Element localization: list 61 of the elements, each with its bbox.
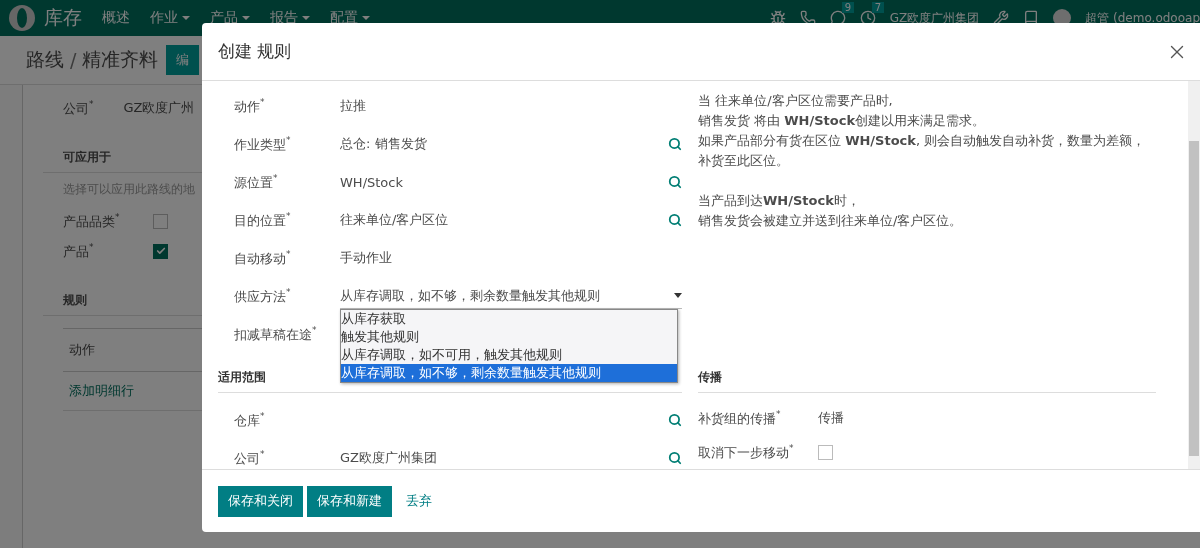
edit-button[interactable]: 编 [166, 45, 200, 75]
check-icon [155, 246, 166, 256]
dialog-title: 创建 规则 [218, 40, 292, 63]
field-label: 仓库$^{*}$ [234, 410, 266, 430]
checkbox[interactable] [153, 243, 168, 259]
discard-button[interactable]: 丢弃 [396, 485, 442, 517]
field-label: 补货组的传播$^{*}$ [698, 408, 782, 428]
wrench-icon[interactable] [993, 10, 1010, 26]
search-icon[interactable] [668, 137, 682, 151]
help-text: 销售发货 将由 WH/Stock创建以用来满足需求。 [698, 112, 987, 130]
select-field[interactable]: 从库存调取，如不够，剩余数量触发其他规则 [340, 283, 682, 309]
menu-item[interactable]: 作业 [150, 9, 190, 27]
dropdown-option[interactable]: 从库存调取，如不够，剩余数量触发其他规则 [341, 364, 677, 382]
field-label: 源位置$^{*}$ [234, 172, 279, 192]
breadcrumb-link[interactable]: 路线 [26, 47, 64, 73]
section-title: 传播 [698, 365, 1156, 393]
help-text: 销售发货会被建立并送到往来单位/客户区位。 [698, 212, 964, 230]
clock-icon[interactable] [859, 10, 876, 26]
field-value: 传播 [818, 409, 845, 427]
field-label: 产品品类$^{*}$ [63, 213, 120, 229]
dropdown-option[interactable]: 从库存调取，如不可用，触发其他规则 [341, 346, 677, 364]
book-icon[interactable] [1023, 10, 1040, 26]
field-label: 动作$^{*}$ [234, 96, 266, 116]
checkbox[interactable] [818, 444, 833, 460]
company-switcher[interactable]: GZ欧度广州集团 [889, 9, 980, 27]
save-button[interactable]: 保存和新建 [307, 485, 392, 517]
caret-icon [182, 16, 190, 20]
field-label: 供应方法$^{*}$ [234, 286, 292, 306]
field-label: 自动移动$^{*}$ [234, 248, 292, 268]
help-text: 当产品到达WH/Stock时， [698, 192, 861, 210]
field-label: 公司$^{*}$ [234, 448, 266, 468]
checkbox[interactable] [153, 213, 168, 229]
field-label: 公司$^{*}$ [63, 98, 94, 118]
phone-icon[interactable] [799, 10, 816, 26]
search-icon[interactable] [668, 213, 682, 227]
help-text: 当 往来单位/客户区位需要产品时, [698, 92, 894, 110]
search-icon[interactable] [668, 451, 682, 465]
field-value: WH/Stock [340, 174, 404, 190]
field-value: 往来单位/客户区位 [340, 211, 450, 229]
caret-icon [674, 293, 682, 298]
count-badge: 7 [871, 2, 885, 13]
field-value: 拉推 [340, 97, 367, 115]
field-value: GZ欧度广州集团 [340, 449, 438, 467]
breadcrumb-separator: / [70, 49, 77, 71]
menu-item[interactable]: 概述 [102, 9, 130, 27]
dropdown-option[interactable]: 从库存获取 [341, 310, 677, 328]
count-badge: 9 [841, 2, 855, 13]
field-value: 手动作业 [340, 249, 393, 267]
field-value: GZ欧度广州 [123, 99, 195, 117]
search-icon[interactable] [668, 413, 682, 427]
logo-icon [8, 4, 36, 32]
bug-icon[interactable] [769, 10, 786, 26]
search-icon[interactable] [668, 175, 682, 189]
field-label: 取消下一步移动$^{*}$ [698, 442, 795, 462]
app-name[interactable]: 库存 [44, 5, 82, 31]
scrollbar[interactable] [1188, 81, 1200, 469]
field-label: 目的位置$^{*}$ [234, 210, 292, 230]
breadcrumb-current: 精准齐料 [82, 47, 159, 72]
field-label: 产品$^{*}$ [63, 243, 94, 259]
save-button[interactable]: 保存和关闭 [218, 485, 303, 517]
dropdown-option[interactable]: 触发其他规则 [341, 328, 677, 346]
